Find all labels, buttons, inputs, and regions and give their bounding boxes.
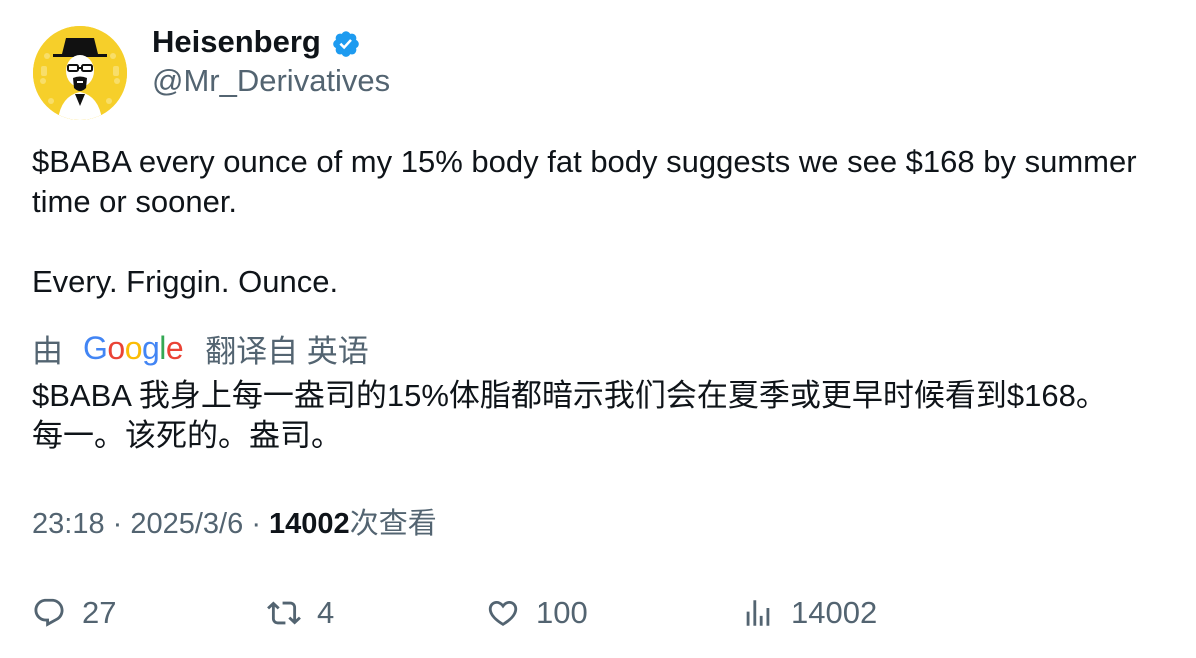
tweet-meta: 23:18 · 2025/3/6 · 14002次查看 [32, 505, 437, 543]
avatar[interactable] [33, 26, 127, 120]
views-button[interactable]: 14002 [741, 590, 877, 636]
retweet-button[interactable]: 4 [267, 590, 334, 636]
reply-button[interactable]: 27 [32, 590, 116, 636]
google-logo: Google [83, 329, 184, 366]
tweet-time[interactable]: 23:18 [32, 508, 105, 540]
like-count: 100 [536, 595, 588, 630]
translation-prefix: 由 [32, 333, 63, 369]
action-bar: 27 4 100 14002 [0, 590, 1196, 636]
views-bar-chart-icon [746, 600, 770, 626]
translated-text: $BABA 我身上每一盎司的15%体脂都暗示我们会在夏季或更早时候看到$168。… [32, 378, 1107, 453]
author-handle[interactable]: @Mr_Derivatives [152, 63, 390, 99]
verified-badge-icon [333, 30, 359, 57]
like-button[interactable]: 100 [486, 590, 588, 636]
translation-suffix: 翻译自 英语 [205, 333, 369, 369]
views-action-count: 14002 [791, 595, 878, 630]
separator: · [112, 508, 131, 540]
author-name[interactable]: Heisenberg [152, 24, 321, 60]
retweet-count: 4 [317, 595, 335, 630]
reply-icon [34, 598, 64, 627]
heart-icon [488, 600, 518, 626]
views-label: 次查看 [349, 508, 437, 540]
views-count: 14002 [269, 508, 350, 540]
tweet-text: $BABA every ounce of my 15% body fat bod… [32, 144, 1137, 299]
heisenberg-avatar-image [33, 26, 127, 120]
tweet-date[interactable]: 2025/3/6 [130, 508, 243, 540]
author-name-row[interactable]: Heisenberg [152, 24, 361, 60]
reply-count: 27 [82, 595, 117, 630]
translation-attribution: 由 Google 翻译自 英语 [32, 328, 369, 369]
separator: · [251, 508, 270, 540]
retweet-icon [267, 601, 301, 625]
